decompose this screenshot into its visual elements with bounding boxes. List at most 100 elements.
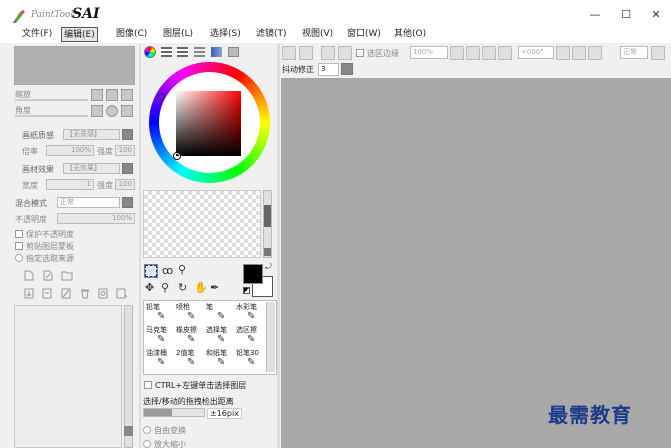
tool-cell[interactable]: 选区擦 ✎ <box>235 325 264 347</box>
rect-select-tool-icon[interactable] <box>144 264 158 278</box>
maximize-button[interactable]: ☐ <box>611 8 641 22</box>
clipping-mask-checkbox[interactable] <box>15 242 23 250</box>
zoom-plus-button[interactable] <box>466 46 480 60</box>
menu-image[interactable]: 图像(C) <box>114 27 149 42</box>
zoom-tool-icon[interactable]: ⚲ <box>161 281 169 294</box>
menu-edit[interactable]: 编辑(E) <box>61 27 98 42</box>
paper-strength-field[interactable]: 100 <box>115 145 135 156</box>
view-blend-field[interactable]: 正常 <box>620 46 648 59</box>
opacity-field[interactable]: 100% <box>57 213 135 224</box>
eyedropper-tool-icon[interactable]: ✒ <box>210 281 219 294</box>
layer-mask-icon[interactable] <box>98 288 108 299</box>
stabilizer-field[interactable]: 3 <box>318 63 339 76</box>
apply-mask-icon[interactable] <box>116 288 127 299</box>
rotate-right-button[interactable] <box>121 105 133 117</box>
swatch-scroll-down-icon[interactable] <box>264 248 271 256</box>
menu-file[interactable]: 文件(F) <box>20 27 54 42</box>
selection-source-radio[interactable] <box>15 254 23 262</box>
zoom-minus-button[interactable] <box>450 46 464 60</box>
color-wheel-tab-icon[interactable] <box>144 46 156 58</box>
hsv-slider-tab-icon[interactable] <box>177 47 188 57</box>
paper-texture-select[interactable]: 【无质感】 <box>63 129 120 140</box>
free-transform-radio[interactable] <box>143 426 151 434</box>
tool-cell[interactable]: 马克笔 ✎ <box>145 325 174 347</box>
delete-layer-icon[interactable] <box>80 288 90 299</box>
mixer-tab-icon[interactable] <box>194 47 205 57</box>
color-sv-square[interactable] <box>176 91 241 156</box>
tool-cell[interactable]: 喷枪 ✎ <box>175 302 204 324</box>
zoom-fit-button[interactable] <box>482 46 496 60</box>
protect-opacity-checkbox[interactable] <box>15 230 23 238</box>
reset-colors-icon[interactable] <box>243 287 250 294</box>
transfer-down-icon[interactable] <box>24 288 34 299</box>
undo-button[interactable] <box>282 46 296 60</box>
foreground-color-swatch[interactable] <box>243 264 263 284</box>
navigator-preview[interactable] <box>14 46 135 85</box>
zoom-level-field[interactable]: 100% <box>410 46 448 59</box>
zoom-in-button[interactable] <box>106 89 118 101</box>
menu-layer[interactable]: 图层(L) <box>161 27 195 42</box>
paper-texture-dropdown-icon[interactable] <box>122 129 133 140</box>
close-button[interactable]: ✕ <box>641 8 671 22</box>
rotate-reset-button[interactable] <box>106 105 118 117</box>
invert-selection-button[interactable] <box>338 46 352 60</box>
menu-other[interactable]: 其他(O) <box>392 27 428 42</box>
scale-radio[interactable] <box>143 440 151 448</box>
paper-effect-select[interactable]: 【无效果】 <box>63 163 120 174</box>
zoom-slider[interactable] <box>15 99 88 101</box>
new-layer-icon[interactable] <box>24 270 34 281</box>
deselect-button[interactable] <box>321 46 335 60</box>
rotate-tool-icon[interactable]: ↻ <box>178 281 187 294</box>
zoom-reset-button[interactable] <box>121 89 133 101</box>
tool-cell[interactable]: 橡皮擦 ✎ <box>175 325 204 347</box>
stabilizer-dropdown-icon[interactable] <box>341 63 353 75</box>
tool-cell[interactable]: 选择笔 ✎ <box>205 325 234 347</box>
menu-window[interactable]: 窗口(W) <box>345 27 383 42</box>
effect-width-field[interactable]: 1 <box>46 179 94 190</box>
merge-down-icon[interactable] <box>42 288 52 299</box>
rotate-ccw-button[interactable] <box>556 46 570 60</box>
tool-cell[interactable]: 和纸笔 ✎ <box>205 348 234 370</box>
swap-colors-icon[interactable]: ⤾ <box>265 262 272 272</box>
hue-picker-handle[interactable] <box>158 93 165 100</box>
menu-select[interactable]: 选择(S) <box>208 27 243 42</box>
selection-edge-checkbox[interactable] <box>356 49 364 57</box>
canvas-area[interactable] <box>281 78 671 448</box>
scratchpad-tab-icon[interactable] <box>228 47 239 57</box>
paper-scale-field[interactable]: 100% <box>46 145 94 156</box>
tool-cell[interactable]: 铅笔30 ✎ <box>235 348 264 370</box>
menu-view[interactable]: 视图(V) <box>300 27 335 42</box>
zoom-actual-button[interactable] <box>498 46 512 60</box>
hand-tool-icon[interactable]: ✋ <box>194 281 208 294</box>
tool-cell[interactable]: 水彩笔 ✎ <box>235 302 264 324</box>
move-tool-icon[interactable]: ✥ <box>145 281 154 294</box>
tool-cell[interactable]: 2值笔 ✎ <box>175 348 204 370</box>
minimize-button[interactable]: — <box>580 8 610 22</box>
blend-mode-select[interactable]: 正常 <box>57 197 120 208</box>
zoom-out-button[interactable] <box>91 89 103 101</box>
menu-filter[interactable]: 滤镜(T) <box>254 27 289 42</box>
rgb-slider-tab-icon[interactable] <box>161 47 172 57</box>
rotation-field[interactable]: +000° <box>518 46 554 59</box>
redo-button[interactable] <box>299 46 313 60</box>
view-blend-dropdown-icon[interactable] <box>651 46 665 60</box>
angle-slider[interactable] <box>15 115 88 117</box>
clear-layer-icon[interactable] <box>61 288 71 299</box>
effect-strength-field[interactable]: 100 <box>115 179 135 190</box>
swatch-scroll-thumb[interactable] <box>264 205 271 227</box>
swatches-tab-icon[interactable] <box>211 47 222 57</box>
swatch-area[interactable] <box>143 190 261 258</box>
paper-effect-dropdown-icon[interactable] <box>122 163 133 174</box>
magic-wand-tool-icon[interactable]: ⚲ <box>178 263 186 276</box>
tool-cell[interactable]: 笔 ✎ <box>205 302 234 324</box>
layer-list[interactable] <box>14 305 122 448</box>
blend-mode-dropdown-icon[interactable] <box>122 197 133 208</box>
rotate-left-button[interactable] <box>91 105 103 117</box>
new-folder-icon[interactable] <box>61 270 73 281</box>
tool-cell[interactable]: 油漆桶 ✎ <box>145 348 174 370</box>
layer-scroll-down-icon[interactable] <box>124 426 133 436</box>
rotate-cw-button[interactable] <box>572 46 586 60</box>
rotate-reset-toolbar-button[interactable] <box>588 46 602 60</box>
tool-grid-scrollbar[interactable] <box>266 302 275 372</box>
sv-picker-handle[interactable] <box>174 153 180 159</box>
